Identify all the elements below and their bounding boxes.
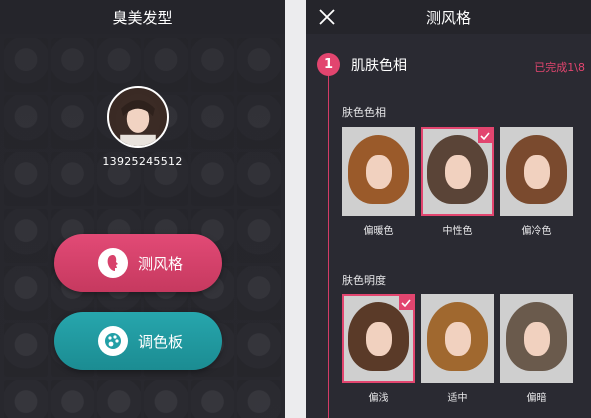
option-cool[interactable] [500, 127, 573, 216]
user-avatar[interactable] [107, 86, 169, 148]
right-screen: 测风格 1 肌肤色相 已完成1\8 肤色色相 偏暖色 中性色 偏冷色 肤色明度 … [306, 0, 591, 418]
checkmark-icon [399, 296, 413, 310]
palette-icon [98, 326, 128, 356]
step-number-badge: 1 [317, 53, 340, 76]
option-caption: 偏浅 [368, 393, 389, 404]
option-medium[interactable] [421, 294, 494, 383]
test-style-button[interactable]: 测风格 [54, 234, 222, 292]
palette-label: 调色板 [138, 332, 184, 351]
option-dark[interactable] [500, 294, 573, 383]
section-label-hue: 肤色色相 [342, 106, 386, 119]
checkmark-icon [478, 129, 492, 143]
test-style-header: 测风格 [306, 0, 591, 34]
palette-button[interactable]: 调色板 [54, 312, 222, 370]
phone-number: 13925245512 [102, 155, 183, 168]
close-icon[interactable] [318, 8, 336, 26]
app-header: 臭美发型 [0, 0, 285, 34]
avatar-portrait [115, 93, 161, 146]
face-profile-icon [98, 248, 128, 278]
step-title: 肌肤色相 [351, 58, 407, 74]
option-caption: 偏暗 [526, 393, 547, 404]
option-caption: 中性色 [442, 226, 473, 237]
option-warm[interactable] [342, 127, 415, 216]
left-screen: 臭美发型 13925245512 测风格 调色板 [0, 0, 285, 418]
option-caption: 偏冷色 [521, 226, 552, 237]
test-style-label: 测风格 [138, 254, 184, 273]
option-neutral[interactable] [421, 127, 494, 216]
option-caption: 偏暖色 [363, 226, 394, 237]
option-light[interactable] [342, 294, 415, 383]
app-title: 臭美发型 [112, 8, 173, 27]
step-progress: 已完成1\8 [534, 61, 585, 74]
step-timeline [328, 70, 329, 418]
option-caption: 适中 [447, 393, 468, 404]
screen-title: 测风格 [425, 8, 471, 27]
section-label-brightness: 肤色明度 [342, 274, 386, 287]
